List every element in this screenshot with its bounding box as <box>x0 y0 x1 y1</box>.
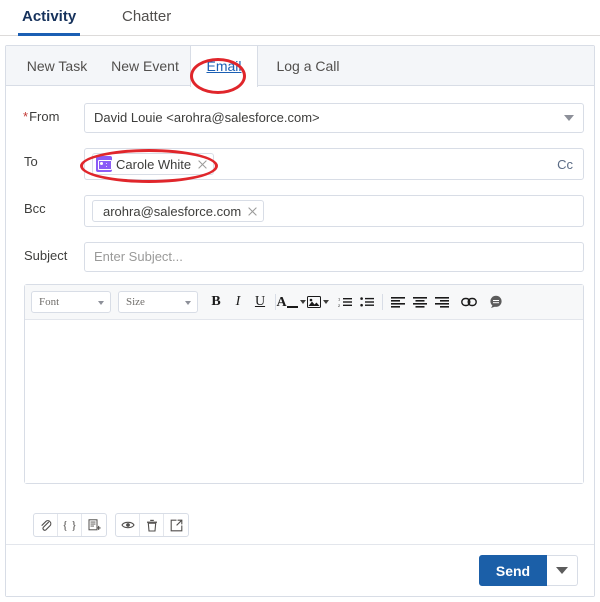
font-size-select[interactable]: Size <box>118 291 198 313</box>
remove-bcc-recipient-icon[interactable] <box>247 206 258 217</box>
email-action-toolbar: { } <box>33 513 197 537</box>
chevron-down-icon <box>564 115 574 121</box>
subject-label: Subject <box>24 248 68 263</box>
email-composer-page: Activity Chatter New Task New Event Emai… <box>0 0 600 602</box>
from-value: David Louie <arohra@salesforce.com> <box>94 110 320 125</box>
cc-link[interactable]: Cc <box>557 157 573 172</box>
bulleted-list-icon[interactable] <box>356 290 378 314</box>
chevron-down-icon <box>185 301 191 305</box>
activity-subtab-bar: New Task New Event Email Log a Call <box>6 46 594 87</box>
contact-icon <box>96 156 112 172</box>
underline-icon[interactable]: U <box>249 290 271 314</box>
insert-template-icon[interactable] <box>82 514 106 536</box>
emoji-icon[interactable] <box>485 290 507 314</box>
align-right-icon[interactable] <box>431 290 453 314</box>
svg-text:2: 2 <box>338 303 341 308</box>
delete-icon[interactable] <box>140 514 164 536</box>
subtab-new-task-label: New Task <box>26 58 88 74</box>
merge-field-icon[interactable]: { } <box>58 514 82 536</box>
tab-activity[interactable]: Activity <box>18 0 81 36</box>
bcc-label: Bcc <box>24 201 46 216</box>
subtab-new-event-label: New Event <box>111 58 179 74</box>
tab-activity-label: Activity <box>22 8 77 25</box>
emoji-group <box>485 290 507 314</box>
font-family-select[interactable]: Font <box>31 291 111 313</box>
font-family-select-label: Font <box>39 296 60 308</box>
svg-text:1: 1 <box>338 297 341 302</box>
insert-link-icon[interactable] <box>458 290 480 314</box>
insert-link-group <box>458 290 480 314</box>
align-left-icon[interactable] <box>387 290 409 314</box>
email-body-input[interactable] <box>25 321 583 483</box>
primary-tab-bar: Activity Chatter <box>0 0 600 36</box>
chevron-down-icon <box>556 567 568 574</box>
bold-icon[interactable]: B <box>205 290 227 314</box>
remove-recipient-icon[interactable] <box>197 159 208 170</box>
preview-icon[interactable] <box>116 514 140 536</box>
tab-chatter[interactable]: Chatter <box>118 0 175 36</box>
toolbar-divider <box>382 294 383 310</box>
insert-actions-group: { } <box>33 513 107 537</box>
chevron-down-icon <box>98 301 104 305</box>
from-select[interactable]: David Louie <arohra@salesforce.com> <box>84 103 584 133</box>
rich-text-toolbar: Font Size B I U A 1 2 <box>25 285 583 320</box>
text-style-group: B I U A <box>205 290 306 314</box>
email-body-editor: Font Size B I U A 1 2 <box>24 284 584 484</box>
font-size-select-label: Size <box>126 296 145 308</box>
record-actions-group <box>115 513 189 537</box>
recipient-pill-label: Carole White <box>116 156 192 172</box>
bcc-pill-label: arohra@salesforce.com <box>103 203 242 219</box>
popout-icon[interactable] <box>164 514 188 536</box>
send-button[interactable]: Send <box>479 555 547 586</box>
insert-image-group <box>307 290 329 314</box>
recipient-pill-carole-white[interactable]: Carole White <box>92 153 215 175</box>
from-label: *From <box>23 109 59 124</box>
subtab-log-a-call-label: Log a Call <box>276 58 340 74</box>
send-options-button[interactable] <box>547 555 578 586</box>
required-asterisk: * <box>23 109 29 124</box>
list-and-align-group: 1 2 <box>334 290 453 314</box>
from-label-text: From <box>29 109 60 124</box>
text-color-icon[interactable]: A <box>276 290 306 314</box>
insert-image-icon[interactable] <box>307 290 329 314</box>
subject-input[interactable]: Enter Subject... <box>84 242 584 272</box>
bcc-pill-arohra[interactable]: arohra@salesforce.com <box>92 200 265 222</box>
italic-icon[interactable]: I <box>227 290 249 314</box>
composer-card: New Task New Event Email Log a Call *Fro… <box>5 45 595 597</box>
subtab-email[interactable]: Email <box>190 46 258 87</box>
tab-chatter-label: Chatter <box>122 8 172 25</box>
subtab-email-label: Email <box>206 58 242 74</box>
subject-placeholder: Enter Subject... <box>94 249 183 264</box>
attach-file-icon[interactable] <box>34 514 58 536</box>
subtab-new-event[interactable]: New Event <box>100 46 190 86</box>
to-label: To <box>24 154 38 169</box>
composer-footer: Send <box>6 544 594 596</box>
bcc-field[interactable]: arohra@salesforce.com <box>84 195 584 227</box>
align-center-icon[interactable] <box>409 290 431 314</box>
ordered-list-icon[interactable]: 1 2 <box>334 290 356 314</box>
subtab-new-task[interactable]: New Task <box>14 46 100 86</box>
subtab-log-a-call[interactable]: Log a Call <box>258 46 358 86</box>
to-field[interactable]: Carole White Cc <box>84 148 584 180</box>
